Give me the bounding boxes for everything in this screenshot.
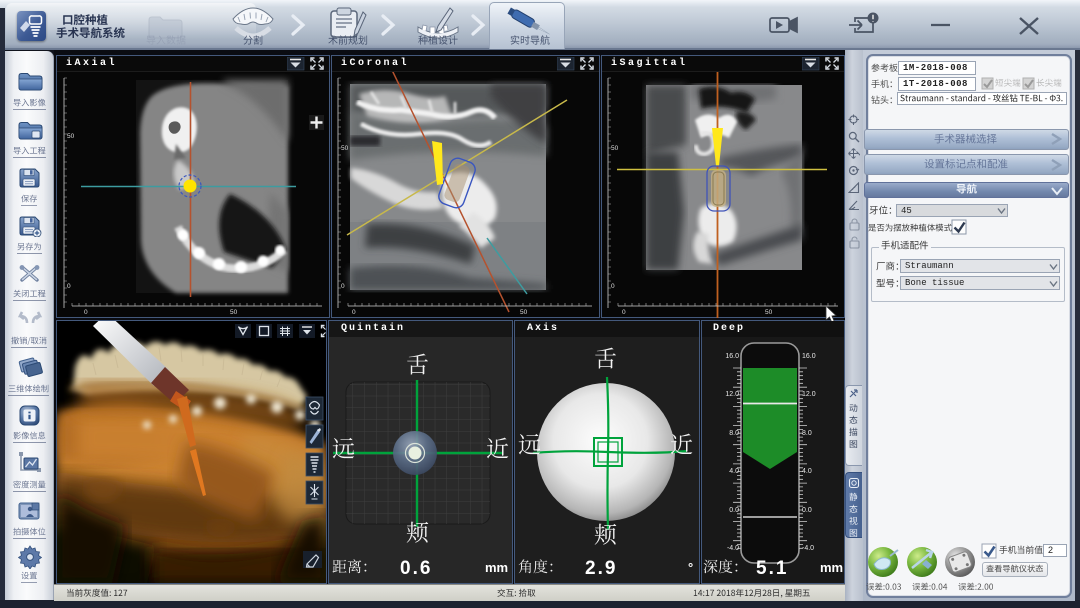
svg-text:50: 50: [67, 133, 75, 140]
svg-text:50: 50: [341, 145, 349, 152]
svg-text:0: 0: [341, 283, 345, 290]
svg-text:0: 0: [622, 309, 626, 316]
svg-text:50: 50: [765, 309, 773, 316]
svg-text:0: 0: [611, 283, 615, 290]
svg-text:0: 0: [67, 283, 71, 290]
svg-text:50: 50: [611, 145, 619, 152]
